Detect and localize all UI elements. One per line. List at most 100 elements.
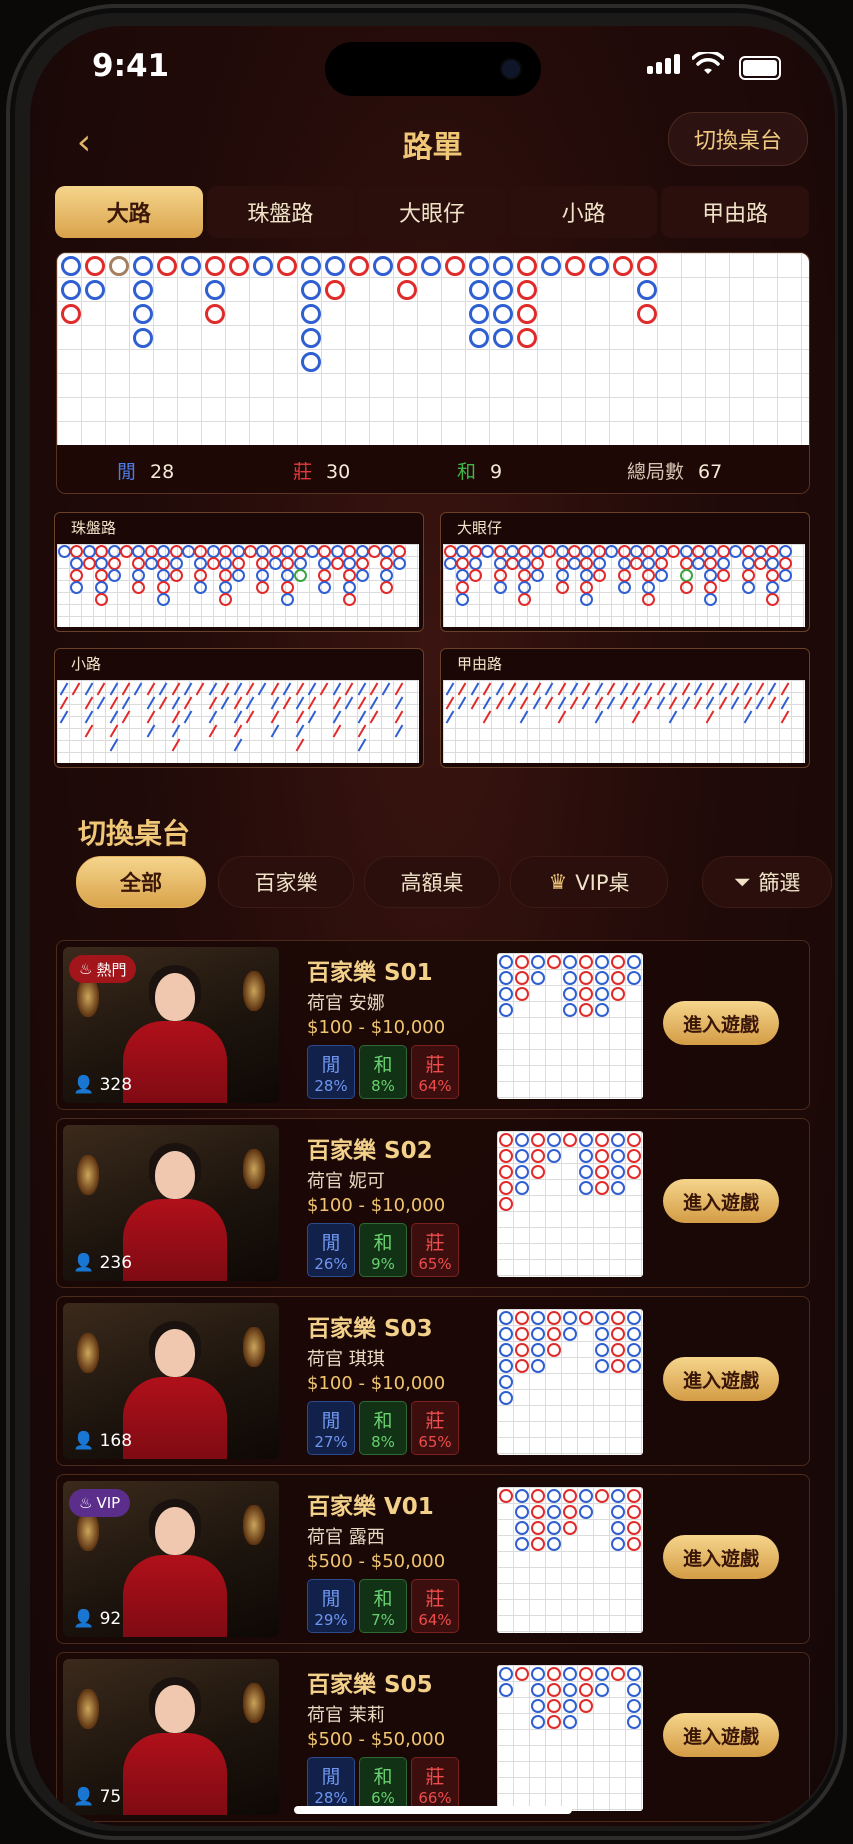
- mini-cockroach-road[interactable]: 甲由路: [440, 648, 810, 768]
- mini-road-marker: [270, 710, 280, 724]
- road-marker: [531, 1311, 545, 1325]
- mini-road-marker: [121, 696, 131, 710]
- road-marker: [515, 1505, 529, 1519]
- big-road-marker: [517, 328, 537, 348]
- filter-high-limit[interactable]: 高額桌: [364, 856, 500, 908]
- tab-big-road[interactable]: 大路: [55, 186, 203, 238]
- road-marker: [579, 1683, 593, 1697]
- mini-road-marker: [606, 696, 616, 710]
- road-marker: [515, 1667, 529, 1681]
- big-road-marker: [205, 256, 225, 276]
- mini-road-marker: [132, 581, 146, 594]
- viewer-number: 168: [99, 1431, 133, 1451]
- tab-cockroach-road[interactable]: 甲由路: [661, 186, 809, 238]
- mini-big-eye-road[interactable]: 大眼仔: [440, 512, 810, 632]
- funnel-icon: ⏷: [733, 869, 751, 894]
- crown-icon: ♛: [548, 870, 568, 894]
- player-pct-value: 29%: [314, 1610, 348, 1629]
- mini-road-marker: [654, 569, 668, 582]
- mini-road-label: 珠盤路: [71, 519, 117, 537]
- enter-game-button[interactable]: 進入遊戲: [663, 1179, 779, 1223]
- filter-vip[interactable]: ♛ VIP桌: [510, 856, 668, 908]
- road-marker: [611, 1505, 625, 1519]
- big-road-marker: [301, 328, 321, 348]
- banker-label: 莊: [425, 1231, 445, 1254]
- mini-road-marker: [183, 696, 193, 710]
- big-road-marker: [565, 256, 585, 276]
- dealer-prefix: 荷官: [307, 1349, 343, 1370]
- road-marker: [531, 1149, 545, 1163]
- road-marker: [531, 1715, 545, 1729]
- mini-road-marker: [194, 581, 208, 594]
- dealer-prefix: 荷官: [307, 1527, 343, 1548]
- road-marker: [611, 1359, 625, 1373]
- road-marker: [499, 1149, 513, 1163]
- road-marker: [547, 1715, 561, 1729]
- mini-road-marker: [307, 696, 317, 710]
- table-card[interactable]: ♨ VIP 👤 92 百家樂 V01 荷官 露西 $500 - $50,000 閒…: [56, 1474, 810, 1644]
- big-road-marker: [493, 280, 513, 300]
- mini-road-marker: [716, 569, 730, 582]
- switch-table-button[interactable]: 切換桌台: [668, 112, 808, 166]
- section-title: 切換桌台: [78, 817, 191, 850]
- mini-road-marker: [357, 724, 366, 738]
- tab-big-eye-road[interactable]: 大眼仔: [358, 186, 506, 238]
- enter-game-button[interactable]: 進入遊戲: [663, 1713, 779, 1757]
- road-thumbnail: [497, 1131, 643, 1277]
- mini-road-marker: [233, 696, 242, 710]
- player-pct-value: 28%: [314, 1076, 348, 1095]
- big-road-marker: [85, 256, 105, 276]
- viewer-count: 👤 75: [73, 1787, 121, 1807]
- big-road-marker: [133, 304, 153, 324]
- road-marker: [627, 1149, 641, 1163]
- road-marker: [595, 1165, 609, 1179]
- road-marker: [579, 1699, 593, 1713]
- mini-road-marker: [282, 682, 292, 696]
- road-marker: [515, 1489, 529, 1503]
- big-road-marker: [205, 304, 225, 324]
- filter-bar: 全部 百家樂 高額桌 ♛ VIP桌 ⏷ 篩選: [76, 856, 833, 908]
- big-road-marker: [325, 280, 345, 300]
- table-card[interactable]: 👤 168 百家樂 S03 荷官 琪琪 $100 - $10,000 閒 27% …: [56, 1296, 810, 1466]
- big-road-marker: [301, 352, 321, 372]
- mini-road-marker: [606, 682, 616, 696]
- road-marker: [547, 1311, 561, 1325]
- enter-game-button[interactable]: 進入遊戲: [663, 1357, 779, 1401]
- viewer-number: 236: [99, 1253, 133, 1273]
- big-road-marker: [517, 304, 537, 324]
- road-marker: [515, 987, 529, 1001]
- enter-game-button[interactable]: 進入遊戲: [663, 1535, 779, 1579]
- mini-road-marker: [631, 682, 641, 696]
- mini-road-marker: [681, 696, 690, 710]
- mini-bead-road[interactable]: 珠盤路: [54, 512, 424, 632]
- mini-road-marker: [84, 710, 94, 724]
- tab-bead-road[interactable]: 珠盤路: [206, 186, 355, 238]
- mini-road-marker: [380, 581, 394, 594]
- mini-road-marker: [196, 682, 205, 696]
- mini-road-marker: [706, 696, 715, 710]
- table-card[interactable]: ♨ 熱門 👤 328 百家樂 S01 荷官 安娜 $100 - $10,000 閒…: [56, 940, 810, 1110]
- road-marker: [595, 955, 609, 969]
- table-name: 百家樂 S01: [307, 960, 433, 986]
- mini-road-grid: [57, 544, 419, 627]
- tab-small-road[interactable]: 小路: [509, 186, 658, 238]
- enter-game-button[interactable]: 進入遊戲: [663, 1001, 779, 1045]
- big-road-marker: [637, 256, 657, 276]
- filter-all[interactable]: 全部: [76, 856, 206, 908]
- table-card[interactable]: 👤 75 百家樂 S05 荷官 茉莉 $500 - $50,000 閒 28% 和…: [56, 1652, 810, 1822]
- mini-road-marker: [392, 557, 406, 570]
- big-road-marker: [541, 256, 561, 276]
- big-road-marker: [85, 280, 105, 300]
- mini-road-marker: [355, 569, 369, 582]
- filter-baccarat[interactable]: 百家樂: [218, 856, 354, 908]
- mini-small-road[interactable]: 小路: [54, 648, 424, 768]
- table-card[interactable]: 👤 236 百家樂 S02 荷官 妮可 $100 - $10,000 閒 26% …: [56, 1118, 810, 1288]
- mini-road-marker: [357, 710, 366, 724]
- mini-road-marker: [157, 593, 171, 606]
- mini-road-marker: [617, 581, 631, 594]
- road-marker: [579, 1149, 593, 1163]
- road-marker: [611, 1311, 625, 1325]
- player-percentage: 閒 28%: [307, 1757, 355, 1811]
- big-road-marker: [253, 256, 273, 276]
- filter-button[interactable]: ⏷ 篩選: [702, 856, 832, 908]
